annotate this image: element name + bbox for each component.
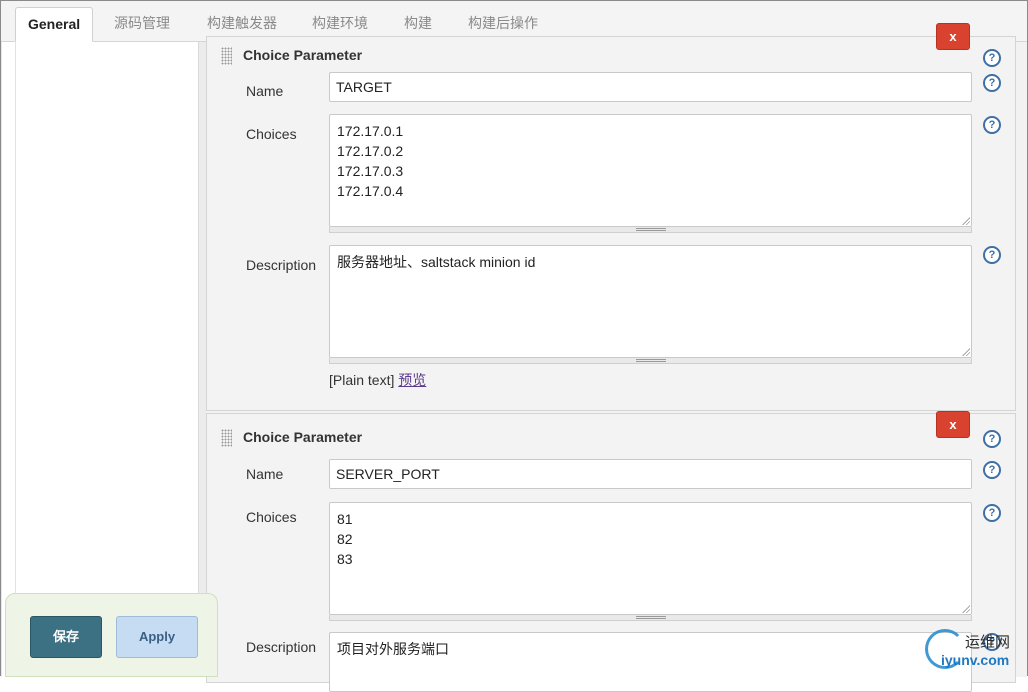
plain-text-hint: [Plain text] 预览 — [329, 370, 426, 390]
choice-line: 172.17.0.2 — [337, 143, 404, 159]
watermark-logo: 运维网 iyunv.com — [925, 627, 1025, 673]
apply-button[interactable]: Apply — [116, 616, 198, 658]
description-label: Description — [246, 639, 317, 655]
name-input[interactable]: SERVER_PORT — [329, 459, 972, 489]
plain-text-label: [Plain text] — [329, 372, 395, 388]
help-icon[interactable]: ? — [983, 246, 1001, 264]
watermark-bottom-text: iyunv.com — [941, 652, 1010, 668]
resize-grip-icon[interactable] — [961, 216, 970, 225]
description-text: 项目对外服务端口 — [337, 641, 449, 657]
choice-line: 81 — [337, 511, 353, 527]
description-label: Description — [246, 257, 317, 273]
bottom-button-bar: 保存 Apply — [5, 593, 218, 677]
save-button[interactable]: 保存 — [30, 616, 102, 658]
resize-knob-icon — [636, 359, 666, 362]
watermark-top-text: 运维网 — [965, 634, 1011, 651]
resize-grip-icon[interactable] — [961, 347, 970, 356]
help-icon[interactable]: ? — [983, 430, 1001, 448]
help-icon[interactable]: ? — [983, 74, 1001, 92]
textarea-resize-handle[interactable] — [329, 227, 972, 233]
choices-textarea[interactable]: 81 82 83 — [329, 502, 972, 615]
block-title: Choice Parameter — [243, 429, 363, 445]
help-icon[interactable]: ? — [983, 116, 1001, 134]
description-textarea[interactable]: 服务器地址、saltstack minion id — [329, 245, 972, 358]
choice-line: 82 — [337, 531, 353, 547]
description-textarea[interactable]: 项目对外服务端口 — [329, 632, 972, 692]
name-label: Name — [246, 466, 284, 482]
help-icon[interactable]: ? — [983, 49, 1001, 67]
name-label: Name — [246, 83, 284, 99]
delete-button[interactable]: x — [936, 23, 970, 50]
resize-knob-icon — [636, 616, 666, 619]
block-title: Choice Parameter — [243, 47, 363, 63]
resize-grip-icon[interactable] — [961, 604, 970, 613]
choice-line: 172.17.0.1 — [337, 123, 404, 139]
name-input[interactable]: TARGET — [329, 72, 972, 102]
main-content: Choice Parameter x ? Name TARGET ? Choic… — [206, 23, 1027, 692]
help-icon[interactable]: ? — [983, 504, 1001, 522]
drag-handle-icon[interactable] — [221, 429, 232, 447]
help-icon[interactable]: ? — [983, 461, 1001, 479]
choice-parameter-block: Choice Parameter x ? Name SERVER_PORT ? … — [206, 411, 1016, 692]
preview-link[interactable]: 预览 — [398, 372, 426, 388]
choice-line: 172.17.0.3 — [337, 163, 404, 179]
delete-button[interactable]: x — [936, 411, 970, 438]
choice-line: 83 — [337, 551, 353, 567]
choices-label: Choices — [246, 509, 297, 525]
gutter — [199, 42, 206, 677]
choices-textarea[interactable]: 172.17.0.1 172.17.0.2 172.17.0.3 172.17.0.4 — [329, 114, 972, 227]
tab-general[interactable]: General — [15, 7, 94, 42]
left-pane — [1, 42, 201, 677]
textarea-resize-handle[interactable] — [329, 358, 972, 364]
left-divider — [15, 42, 16, 677]
choice-parameter-block: Choice Parameter x ? Name TARGET ? Choic… — [206, 23, 1016, 411]
choices-label: Choices — [246, 126, 297, 142]
choice-line: 172.17.0.4 — [337, 183, 404, 199]
drag-handle-icon[interactable] — [221, 47, 232, 65]
tab-source-control[interactable]: 源码管理 — [102, 7, 182, 42]
textarea-resize-handle[interactable] — [329, 615, 972, 621]
resize-knob-icon — [636, 228, 666, 231]
description-text: 服务器地址、saltstack minion id — [337, 254, 536, 270]
